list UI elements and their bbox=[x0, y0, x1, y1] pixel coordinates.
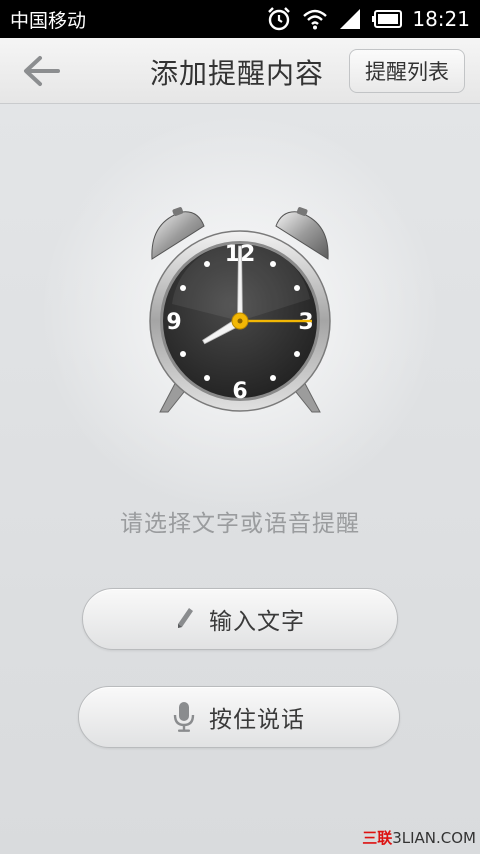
hold-to-talk-label: 按住说话 bbox=[209, 707, 305, 733]
watermark-part2: 3LIAN.COM bbox=[392, 829, 476, 847]
main-content: 12 3 6 9 请选择文字或语音提醒 输入文字 bbox=[0, 104, 480, 854]
alarm-icon bbox=[266, 6, 292, 32]
microphone-icon bbox=[173, 701, 195, 733]
back-button[interactable] bbox=[18, 52, 62, 90]
minute-hand bbox=[237, 245, 243, 322]
status-icons: 18:21 bbox=[266, 6, 470, 32]
input-text-label: 输入文字 bbox=[209, 609, 305, 635]
input-text-button[interactable]: 输入文字 bbox=[82, 588, 398, 650]
watermark: 三联3LIAN.COM bbox=[362, 827, 476, 848]
status-time: 18:21 bbox=[412, 7, 470, 31]
watermark-part1: 三联 bbox=[362, 829, 393, 847]
status-bar: 中国移动 18:21 bbox=[0, 0, 480, 38]
clock-numeral-3: 3 bbox=[298, 310, 313, 335]
reminder-type-hint: 请选择文字或语音提醒 bbox=[120, 511, 360, 537]
carrier-name: 中国移动 bbox=[10, 9, 87, 32]
back-arrow-icon bbox=[18, 56, 62, 94]
hold-to-talk-button[interactable]: 按住说话 bbox=[78, 686, 400, 748]
page-title: 添加提醒内容 bbox=[150, 57, 325, 90]
clock-numeral-6: 6 bbox=[232, 379, 247, 404]
title-bar: 添加提醒内容 提醒列表 bbox=[0, 38, 480, 104]
alarm-clock-illustration: 12 3 6 9 bbox=[140, 204, 340, 434]
pencil-icon bbox=[175, 606, 195, 632]
reminder-list-button[interactable]: 提醒列表 bbox=[349, 49, 465, 93]
signal-icon bbox=[338, 7, 362, 31]
battery-icon bbox=[372, 10, 403, 28]
clock-numeral-9: 9 bbox=[166, 310, 181, 335]
wifi-icon bbox=[302, 8, 328, 30]
